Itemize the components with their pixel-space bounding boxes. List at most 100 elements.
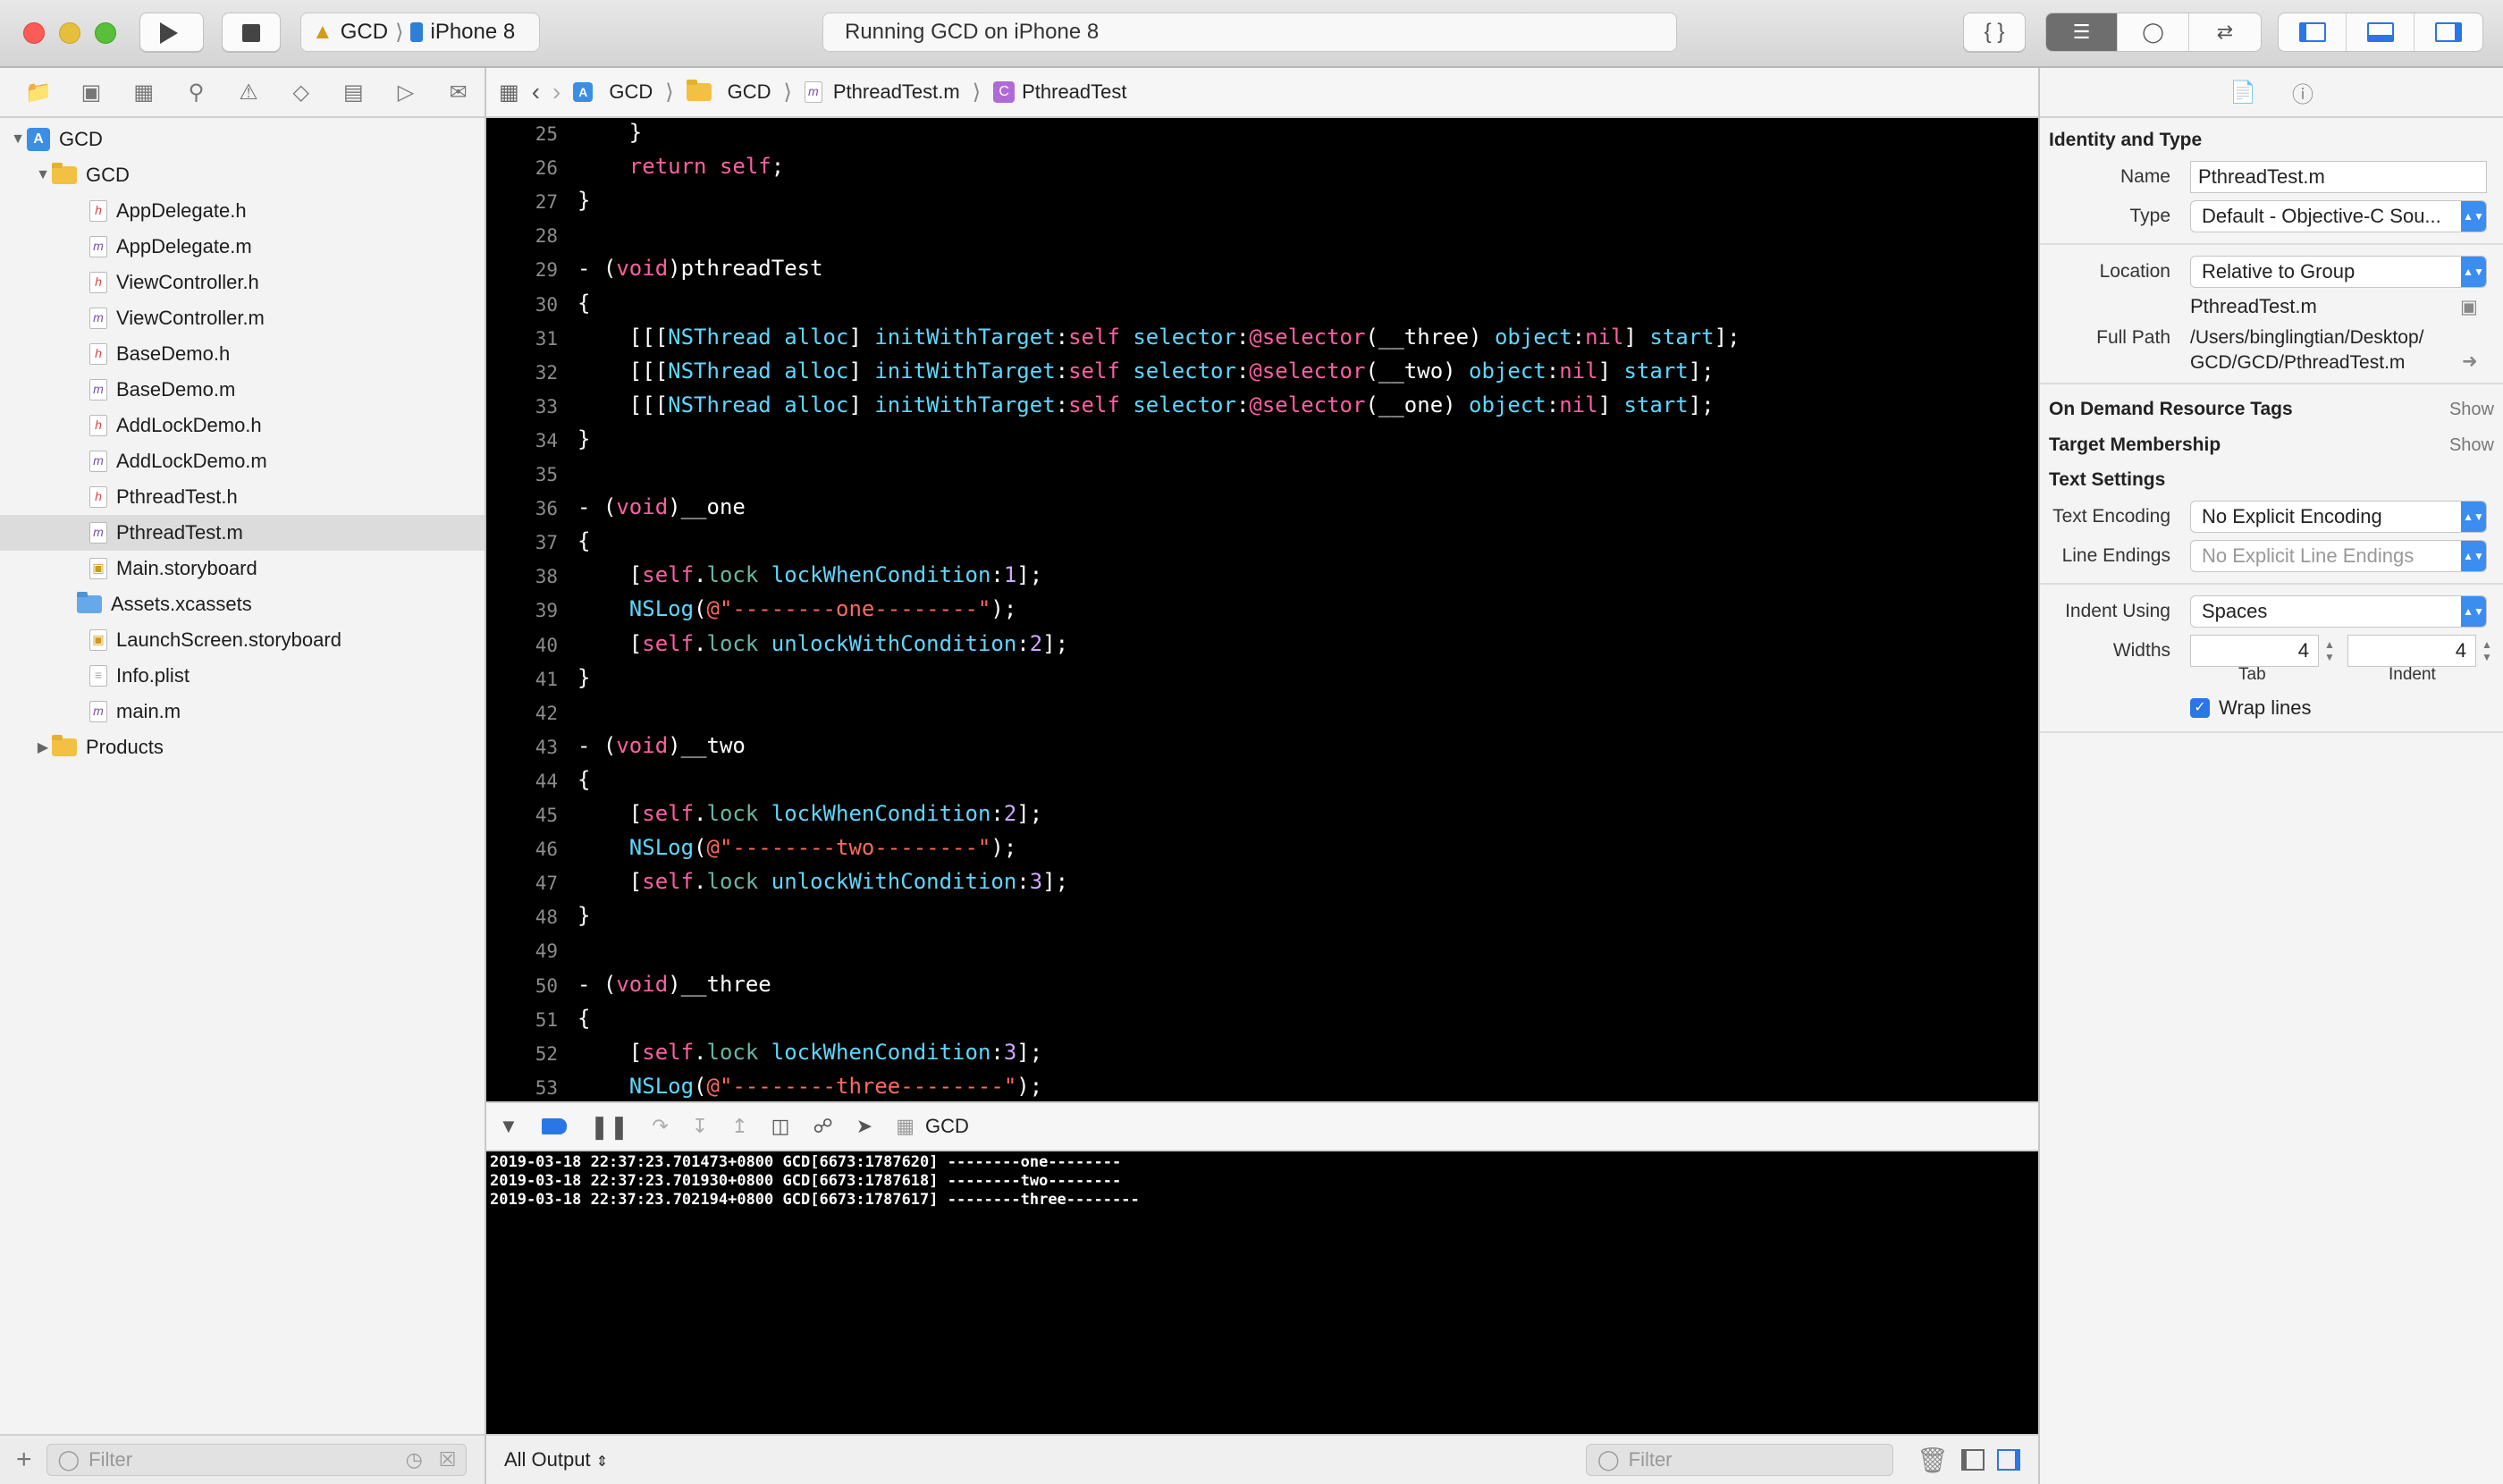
process-name[interactable]: GCD [925, 1115, 969, 1138]
zoom-window-button[interactable] [95, 22, 116, 44]
test-icon[interactable]: ◇ [274, 80, 327, 105]
step-out-icon[interactable]: ↥ [731, 1115, 747, 1138]
console-view-icon[interactable] [1997, 1449, 2020, 1471]
step-into-icon[interactable]: ↧ [692, 1115, 708, 1138]
breakpoints-toggle-icon[interactable] [541, 1118, 567, 1134]
folder-icon[interactable]: ▣ [2460, 296, 2478, 318]
tree-item[interactable]: Assets.xcassets [0, 586, 485, 622]
tree-item[interactable]: h AppDelegate.h [0, 193, 485, 229]
stop-button[interactable] [222, 13, 281, 52]
source-control-icon[interactable]: ▣ [65, 80, 118, 105]
forward-arrow-icon[interactable]: › [552, 78, 560, 106]
tree-item[interactable]: h AddLockDemo.h [0, 408, 485, 443]
library-button[interactable]: { } [1963, 13, 2026, 52]
scm-filter-icon[interactable]: ☒ [439, 1448, 457, 1471]
tree-item[interactable]: m BaseDemo.m [0, 372, 485, 408]
location-file: PthreadTest.m [2190, 295, 2317, 317]
location-value: Relative to Group [2202, 260, 2356, 282]
related-items-icon[interactable]: ▦ [499, 80, 519, 105]
indent-select[interactable]: Spaces ▲▼ [2190, 595, 2487, 628]
location-select[interactable]: Relative to Group ▲▼ [2190, 256, 2487, 288]
hide-debug-area-icon[interactable]: ▼ [499, 1115, 518, 1138]
tree-item[interactable]: ▣ LaunchScreen.storyboard [0, 622, 485, 658]
tree-item[interactable]: ▶ Products [0, 729, 485, 765]
tab-stepper[interactable]: ▲ ▼ [2324, 638, 2335, 663]
toggle-debug-area-button[interactable] [2347, 13, 2415, 51]
location-icon[interactable]: ➤ [856, 1115, 872, 1138]
minimize-window-button[interactable] [59, 22, 80, 44]
indent-width-field[interactable]: 4 [2347, 635, 2476, 667]
file-icon[interactable]: 📄 [2229, 80, 2256, 105]
tree-item[interactable]: ▼ A GCD [0, 122, 485, 157]
output-selector[interactable]: All Output ⇕ [504, 1448, 608, 1471]
breadcrumb-symbol[interactable]: C PthreadTest [993, 80, 1127, 104]
version-editor-button[interactable]: ⇄ [2189, 13, 2261, 51]
reveal-arrow-icon[interactable]: ➜ [2462, 350, 2478, 373]
indent-stepper[interactable]: ▲ ▼ [2482, 638, 2492, 663]
toggle-inspector-button[interactable] [2415, 13, 2482, 51]
name-field[interactable]: PthreadTest.m [2190, 161, 2487, 193]
tree-item[interactable]: m AddLockDemo.m [0, 443, 485, 479]
add-icon[interactable]: + [16, 1445, 32, 1475]
project-navigator: 📁 ▣ ▦ ⚲ ⚠ ◇ ▤ ▷ ✉ ▼ A GCD ▼ GCD h AppDelegate.… [0, 68, 486, 1484]
standard-editor-button[interactable]: ☰ [2046, 13, 2118, 51]
step-over-icon[interactable]: ↷ [652, 1115, 668, 1138]
disclosure-open-icon[interactable]: ▼ [9, 131, 27, 148]
report-icon[interactable]: ✉ [432, 80, 485, 105]
tree-item[interactable]: ▣ Main.storyboard [0, 551, 485, 586]
symbol-icon[interactable]: ▦ [117, 80, 170, 105]
disclosure-open-icon[interactable]: ▼ [34, 167, 52, 183]
trash-icon[interactable]: 🗑 [1917, 1446, 1949, 1475]
warning-icon[interactable]: ⚠ [223, 80, 275, 105]
breadcrumb-group[interactable]: GCD [686, 80, 771, 104]
tree-item[interactable]: m AppDelegate.m [0, 229, 485, 265]
help-icon[interactable]: ⓘ [2292, 77, 2313, 108]
tree-item[interactable]: m main.m [0, 694, 485, 729]
breadcrumb-file[interactable]: m PthreadTest.m [804, 80, 960, 104]
tab-width-field[interactable]: 4 [2190, 635, 2319, 667]
tree-item[interactable]: m PthreadTest.m [0, 515, 485, 551]
code-token: nil [1585, 324, 1624, 350]
breakpoint-icon[interactable]: ▷ [380, 80, 433, 105]
tree-item[interactable]: ≡ Info.plist [0, 658, 485, 694]
pause-icon[interactable]: ❚❚ [590, 1113, 629, 1141]
divider [2040, 731, 2503, 733]
chevron-right-icon: ⟩ [783, 80, 792, 105]
disclosure-closed-icon[interactable]: ▶ [34, 738, 52, 756]
endings-select[interactable]: No Explicit Line Endings ▲▼ [2190, 540, 2487, 572]
wrap-lines-checkbox[interactable]: ✓ [2190, 698, 2210, 718]
type-select[interactable]: Default - Objective-C Sou... ▲▼ [2190, 200, 2487, 232]
scheme-selector[interactable]: ▲ GCD ⟩ iPhone 8 [300, 13, 540, 52]
back-arrow-icon[interactable]: ‹ [532, 78, 540, 106]
tree-item[interactable]: ▼ GCD [0, 157, 485, 193]
tree-item[interactable]: h ViewController.h [0, 265, 485, 300]
assistant-editor-button[interactable]: ◯ [2118, 13, 2189, 51]
source-editor[interactable]: 25 } 26 return self; 27} 28 29 - (void)pthrea… [486, 118, 2038, 1101]
run-button[interactable] [139, 13, 204, 52]
memory-graph-icon[interactable]: ☍ [813, 1115, 832, 1138]
tree-item[interactable]: m ViewController.m [0, 300, 485, 336]
code-token: lockWhenCondition [771, 1039, 991, 1065]
navigator-filter-field[interactable]: ◯ Filter ◷ ☒ [46, 1444, 467, 1476]
scheme-project[interactable]: GCD [341, 20, 388, 45]
tree-item-label: GCD [86, 164, 130, 186]
find-icon[interactable]: ⚲ [170, 80, 223, 105]
target-show-button[interactable]: Show [2449, 435, 2494, 456]
recent-icon[interactable]: ◷ [406, 1448, 423, 1471]
tree-item[interactable]: h PthreadTest.h [0, 479, 485, 515]
variables-view-icon[interactable] [1961, 1449, 1985, 1471]
view-debugger-icon[interactable]: ◫ [771, 1115, 790, 1138]
fullpath-line: GCD/GCD/PthreadTest.m [2190, 352, 2406, 373]
tree-item[interactable]: h BaseDemo.h [0, 336, 485, 372]
breadcrumb-project[interactable]: A GCD [573, 80, 653, 104]
console-output[interactable]: 2019-03-18 22:37:23.701473+0800 GCD[6673… [486, 1151, 2038, 1434]
debug-icon[interactable]: ▤ [327, 80, 380, 105]
close-window-button[interactable] [23, 22, 45, 44]
ondemand-show-button[interactable]: Show [2449, 400, 2494, 420]
scheme-device[interactable]: iPhone 8 [430, 20, 515, 45]
console-filter-field[interactable]: ◯ Filter [1586, 1444, 1893, 1476]
toggle-navigator-button[interactable] [2279, 13, 2347, 51]
code-token: alloc [784, 392, 849, 417]
folder-icon[interactable]: 📁 [13, 80, 65, 105]
encoding-select[interactable]: No Explicit Encoding ▲▼ [2190, 501, 2487, 533]
